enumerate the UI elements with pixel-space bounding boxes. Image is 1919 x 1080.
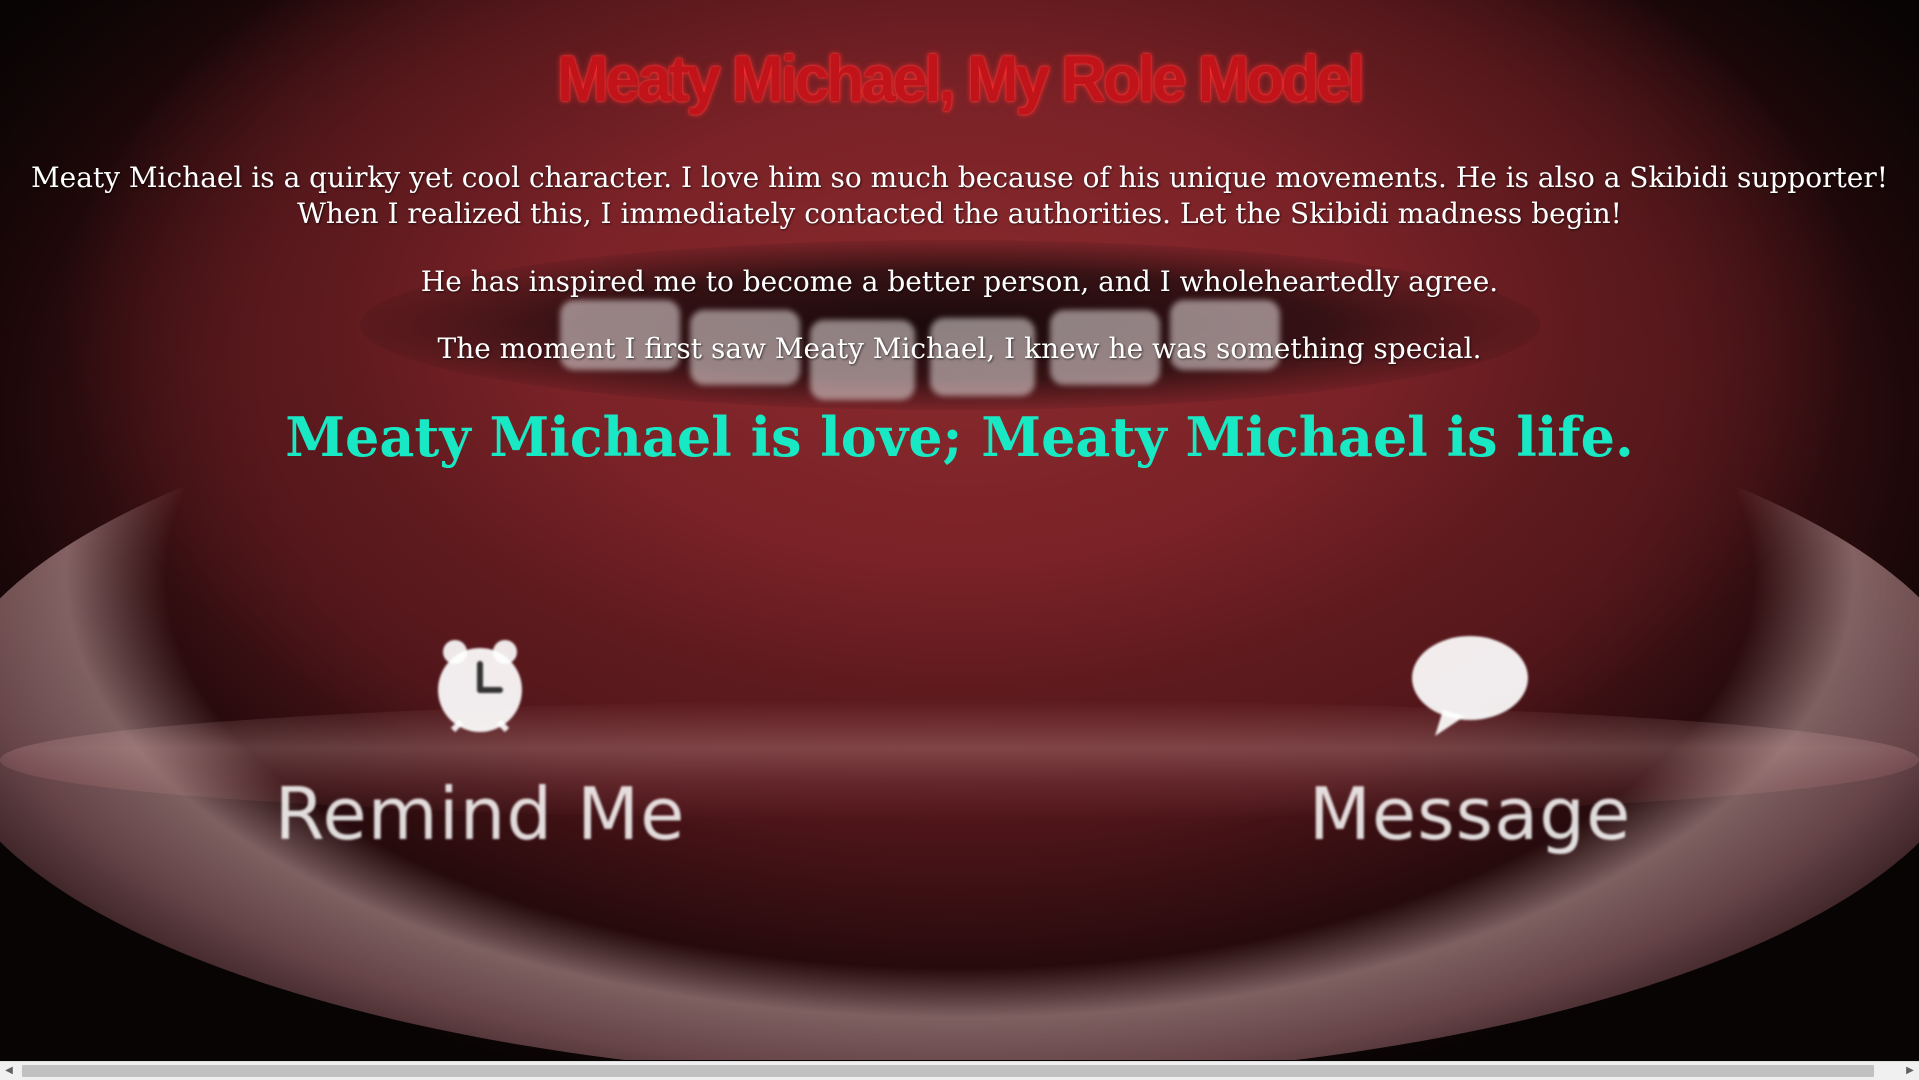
remind-me-label: Remind Me — [274, 772, 686, 856]
first-sight-paragraph: The moment I first saw Meaty Michael, I … — [437, 332, 1482, 365]
alarm-clock-icon — [438, 640, 522, 733]
background-image: Remind Me Message — [0, 0, 1919, 1060]
message-label: Message — [1308, 772, 1632, 856]
message-action: Message — [1280, 630, 1660, 856]
scroll-left-arrow-icon[interactable]: ◀ — [0, 1062, 18, 1080]
speech-bubble-icon — [1412, 636, 1528, 736]
page-title: Meaty Michael, My Role Model — [557, 43, 1365, 116]
horizontal-scrollbar[interactable]: ◀ ▶ — [0, 1061, 1919, 1080]
motto-heading: Meaty Michael is love; Meaty Michael is … — [285, 405, 1634, 469]
scroll-right-arrow-icon[interactable]: ▶ — [1901, 1062, 1919, 1080]
inspiration-paragraph: He has inspired me to become a better pe… — [420, 265, 1499, 298]
scrollbar-thumb[interactable] — [22, 1065, 1874, 1077]
remind-me-action: Remind Me — [260, 630, 700, 856]
intro-paragraph: Meaty Michael is a quirky yet cool chara… — [30, 161, 1889, 230]
